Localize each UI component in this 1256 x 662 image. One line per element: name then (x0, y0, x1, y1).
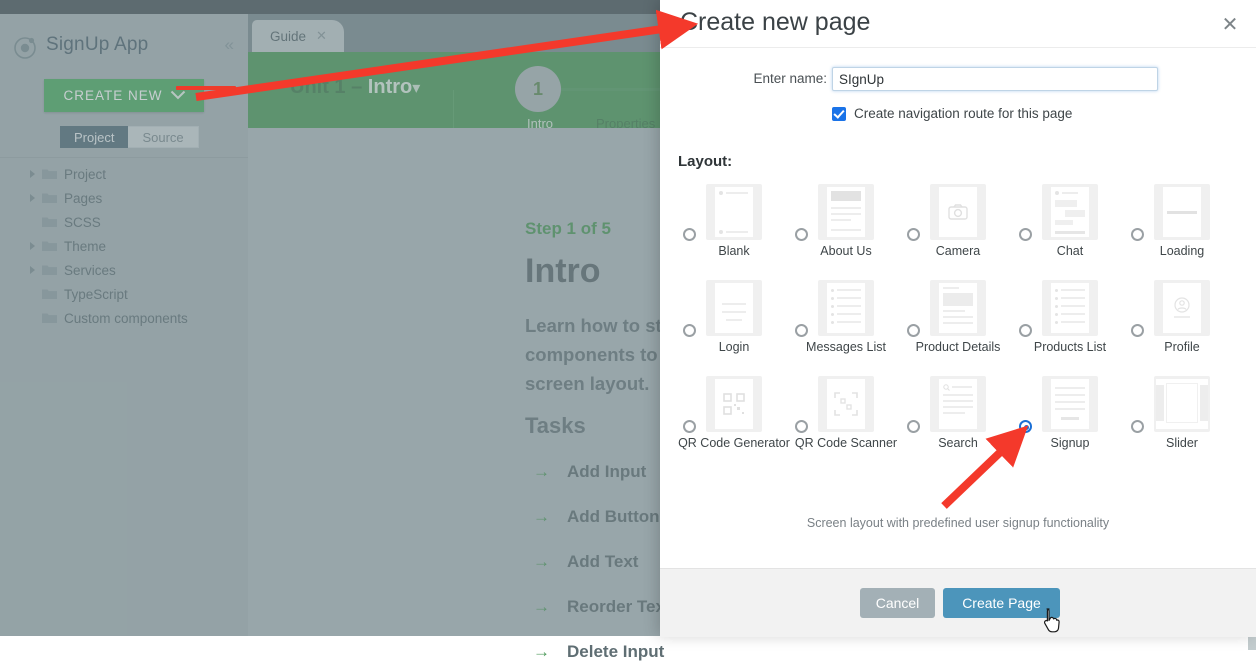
layout-grid-row: Login Messages List Product Details Prod… (678, 278, 1238, 374)
search-thumb (930, 376, 986, 432)
mouse-cursor-pointer (1043, 608, 1060, 633)
layout-option-label: Search (938, 436, 978, 450)
create-new-page-dialog: Create new page ✕ Enter name: Create nav… (660, 0, 1256, 637)
signup-thumb (1042, 376, 1098, 432)
layout-option-messages-list[interactable]: Messages List (790, 278, 902, 374)
layout-radio[interactable] (683, 324, 696, 337)
layout-option-signup[interactable]: Signup (1014, 374, 1126, 470)
layout-option-label: QR Code Generator (678, 436, 790, 450)
layout-option-camera[interactable]: Camera (902, 182, 1014, 278)
layout-radio[interactable] (907, 420, 920, 433)
layout-radio[interactable] (795, 228, 808, 241)
layout-option-label: QR Code Scanner (794, 436, 898, 450)
layout-radio[interactable] (683, 420, 696, 433)
checkbox-label: Create navigation route for this page (854, 106, 1073, 121)
layout-radio[interactable] (1019, 228, 1032, 241)
layout-option-about-us[interactable]: About Us (790, 182, 902, 278)
layout-option-chat[interactable]: Chat (1014, 182, 1126, 278)
products-list-thumb (1042, 280, 1098, 336)
layout-radio[interactable] (1131, 420, 1144, 433)
layout-option-label: Camera (935, 244, 981, 258)
profile-thumb (1154, 280, 1210, 336)
dialog-header: Create new page ✕ (660, 0, 1256, 48)
close-icon[interactable]: ✕ (1216, 10, 1244, 38)
layout-option-search[interactable]: Search (902, 374, 1014, 470)
login-thumb (706, 280, 762, 336)
layout-grid-row: QR Code Generator QR Code Scanner Search… (678, 374, 1238, 470)
layout-option-label: Product Details (915, 340, 1001, 354)
blank-thumb (706, 184, 762, 240)
layout-grid: Blank About Us Camera Chat Loading Login… (678, 182, 1238, 470)
layout-radio[interactable] (907, 324, 920, 337)
cancel-button[interactable]: Cancel (860, 588, 935, 618)
layout-option-label: Chat (1056, 244, 1084, 258)
layout-section-label: Layout: (678, 153, 733, 170)
layout-option-label: Login (718, 340, 750, 354)
layout-option-qr-code-scanner[interactable]: QR Code Scanner (790, 374, 902, 470)
chat-thumb (1042, 184, 1098, 240)
layout-option-login[interactable]: Login (678, 278, 790, 374)
layout-radio[interactable] (1019, 324, 1032, 337)
product-details-thumb (930, 280, 986, 336)
page-name-input[interactable] (832, 67, 1158, 91)
layout-option-label: Messages List (806, 340, 886, 354)
camera-thumb (930, 184, 986, 240)
layout-radio[interactable] (1131, 228, 1144, 241)
layout-option-label: Blank (718, 244, 750, 258)
checkbox-checked-icon (832, 106, 846, 121)
create-navigation-route-checkbox[interactable]: Create navigation route for this page (832, 106, 1072, 121)
layout-radio-selected[interactable] (1019, 420, 1032, 433)
layout-radio[interactable] (683, 228, 696, 241)
layout-option-product-details[interactable]: Product Details (902, 278, 1014, 374)
slider-thumb (1154, 376, 1210, 432)
task-item[interactable]: → Delete Input (533, 642, 664, 662)
layout-radio[interactable] (1131, 324, 1144, 337)
layout-radio[interactable] (907, 228, 920, 241)
layout-option-label: Profile (1164, 340, 1200, 354)
layout-option-blank[interactable]: Blank (678, 182, 790, 278)
arrow-right-icon: → (533, 642, 550, 661)
messages-list-thumb (818, 280, 874, 336)
layout-option-loading[interactable]: Loading (1126, 182, 1238, 278)
dialog-title: Create new page (680, 8, 871, 36)
layout-radio[interactable] (795, 420, 808, 433)
layout-option-label: Slider (1166, 436, 1198, 450)
task-label: Delete Input (567, 642, 665, 661)
layout-option-profile[interactable]: Profile (1126, 278, 1238, 374)
dialog-footer: Cancel Create Page (660, 568, 1256, 637)
modal-backdrop[interactable] (0, 0, 660, 636)
layout-description: Screen layout with predefined user signu… (806, 516, 1110, 530)
layout-option-qr-code-generator[interactable]: QR Code Generator (678, 374, 790, 470)
loading-thumb (1154, 184, 1210, 240)
name-field-label: Enter name: (753, 71, 827, 86)
layout-option-label: Products List (1033, 340, 1107, 354)
layout-option-slider[interactable]: Slider (1126, 374, 1238, 470)
layout-radio[interactable] (795, 324, 808, 337)
layout-grid-row: Blank About Us Camera Chat Loading (678, 182, 1238, 278)
qr-code-generator-thumb (706, 376, 762, 432)
layout-option-label: About Us (820, 244, 872, 258)
annotation-underline-name (176, 86, 236, 90)
layout-option-products-list[interactable]: Products List (1014, 278, 1126, 374)
name-field-row: Enter name: (660, 67, 1256, 93)
about-us-thumb (818, 184, 874, 240)
layout-option-label: Loading (1159, 244, 1205, 258)
layout-option-label: Signup (1050, 436, 1090, 450)
qr-code-scanner-thumb (818, 376, 874, 432)
